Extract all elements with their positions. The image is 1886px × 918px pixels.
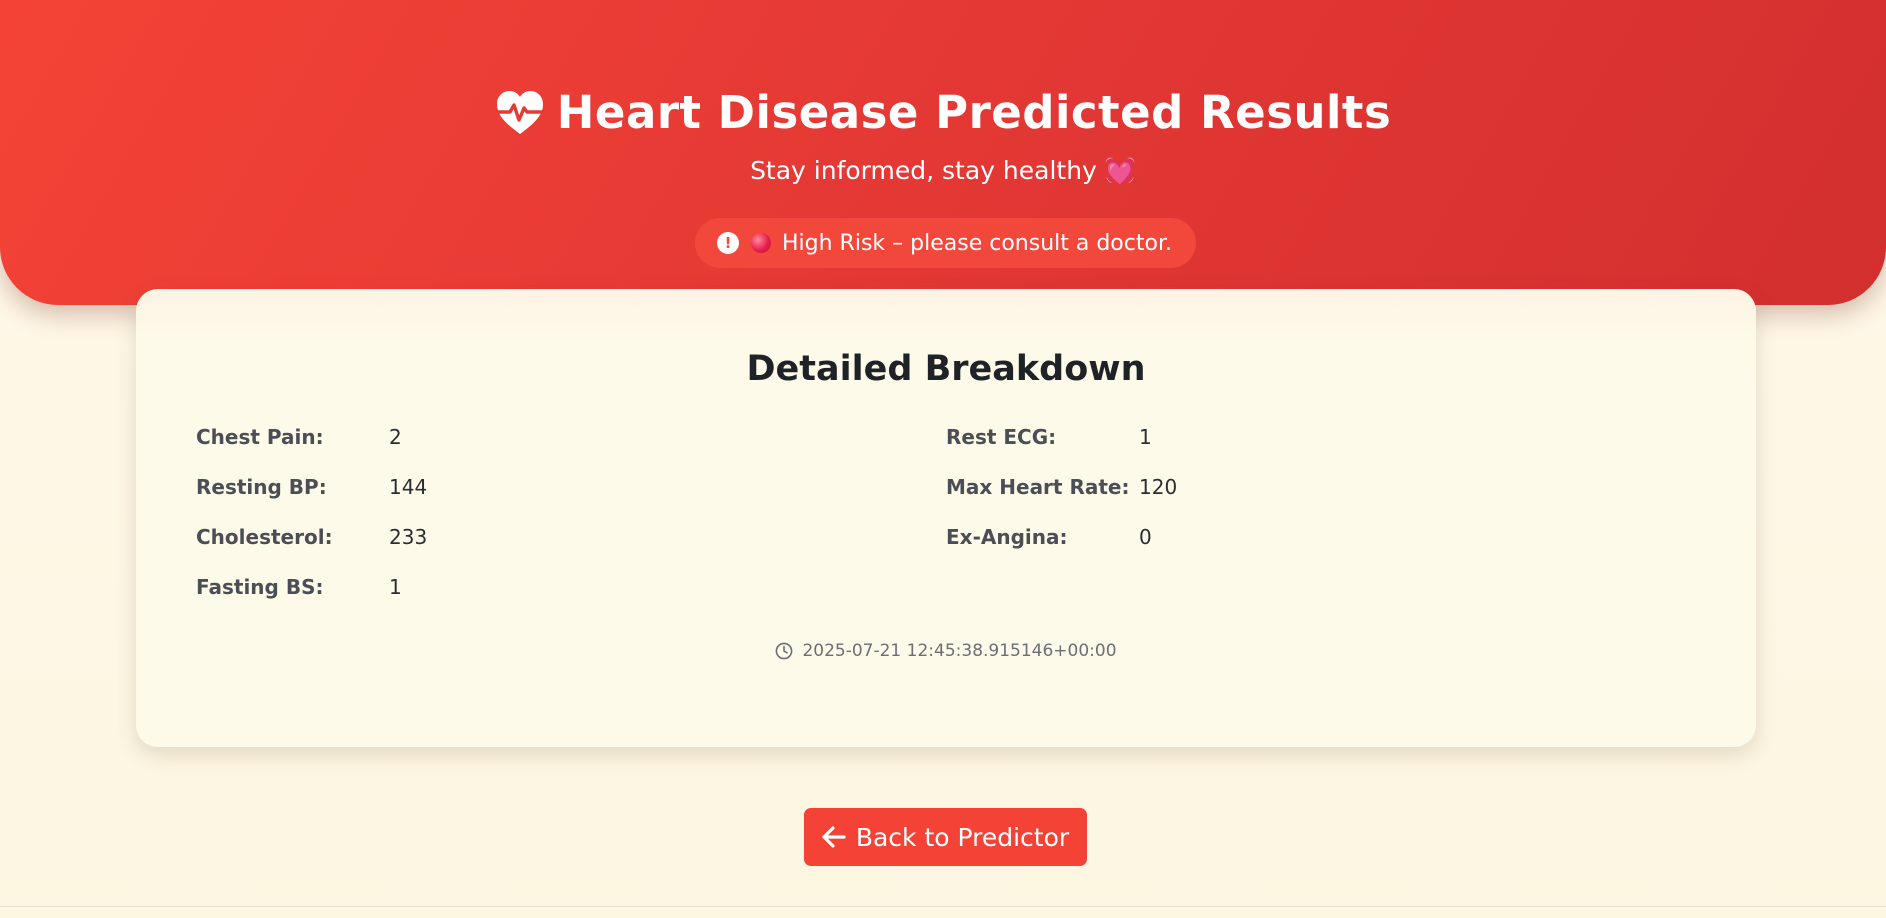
field-label: Fasting BS: xyxy=(196,575,324,599)
back-to-predictor-button[interactable]: Back to Predictor xyxy=(804,808,1087,866)
field-label: Ex-Angina: xyxy=(946,525,1068,549)
risk-status-badge: ! High Risk – please consult a doctor. xyxy=(695,218,1196,268)
field-label: Resting BP: xyxy=(196,475,327,499)
back-button-label: Back to Predictor xyxy=(855,822,1070,852)
field-value: 1 xyxy=(1139,425,1152,449)
field-label: Max Heart Rate: xyxy=(946,475,1130,499)
timestamp-text: 2025-07-21 12:45:38.915146+00:00 xyxy=(802,641,1117,661)
page-divider xyxy=(0,906,1886,907)
field-fasting-bs: Fasting BS: 1 xyxy=(196,575,402,599)
field-cholesterol: Cholesterol: 233 xyxy=(196,525,427,549)
results-header: Heart Disease Predicted Results Stay inf… xyxy=(0,0,1886,305)
field-max-heart-rate: Max Heart Rate: 120 xyxy=(946,475,1177,499)
page-subtitle: Stay informed, stay healthy 💓 xyxy=(750,156,1136,185)
heart-pulse-icon xyxy=(496,90,544,134)
field-label: Cholesterol: xyxy=(196,525,333,549)
exclamation-circle-icon: ! xyxy=(717,232,739,254)
field-value: 1 xyxy=(389,575,402,599)
field-label: Chest Pain: xyxy=(196,425,324,449)
risk-message: High Risk – please consult a doctor. xyxy=(782,230,1172,256)
arrow-left-icon xyxy=(822,826,846,848)
field-value: 233 xyxy=(389,525,428,549)
breakdown-title: Detailed Breakdown xyxy=(746,349,1146,389)
red-circle-icon xyxy=(751,233,771,253)
page-title: Heart Disease Predicted Results xyxy=(0,86,1886,139)
field-value: 120 xyxy=(1139,475,1178,499)
breakdown-card: Detailed Breakdown Chest Pain: 2 Resting… xyxy=(136,289,1756,747)
page-title-text: Heart Disease Predicted Results xyxy=(556,86,1392,139)
field-ex-angina: Ex-Angina: 0 xyxy=(946,525,1152,549)
field-chest-pain: Chest Pain: 2 xyxy=(196,425,402,449)
timestamp: 2025-07-21 12:45:38.915146+00:00 xyxy=(136,641,1756,661)
field-resting-bp: Resting BP: 144 xyxy=(196,475,427,499)
field-value: 144 xyxy=(389,475,428,499)
field-label: Rest ECG: xyxy=(946,425,1057,449)
field-rest-ecg: Rest ECG: 1 xyxy=(946,425,1152,449)
field-value: 0 xyxy=(1139,525,1152,549)
clock-icon xyxy=(776,642,793,660)
field-value: 2 xyxy=(389,425,402,449)
